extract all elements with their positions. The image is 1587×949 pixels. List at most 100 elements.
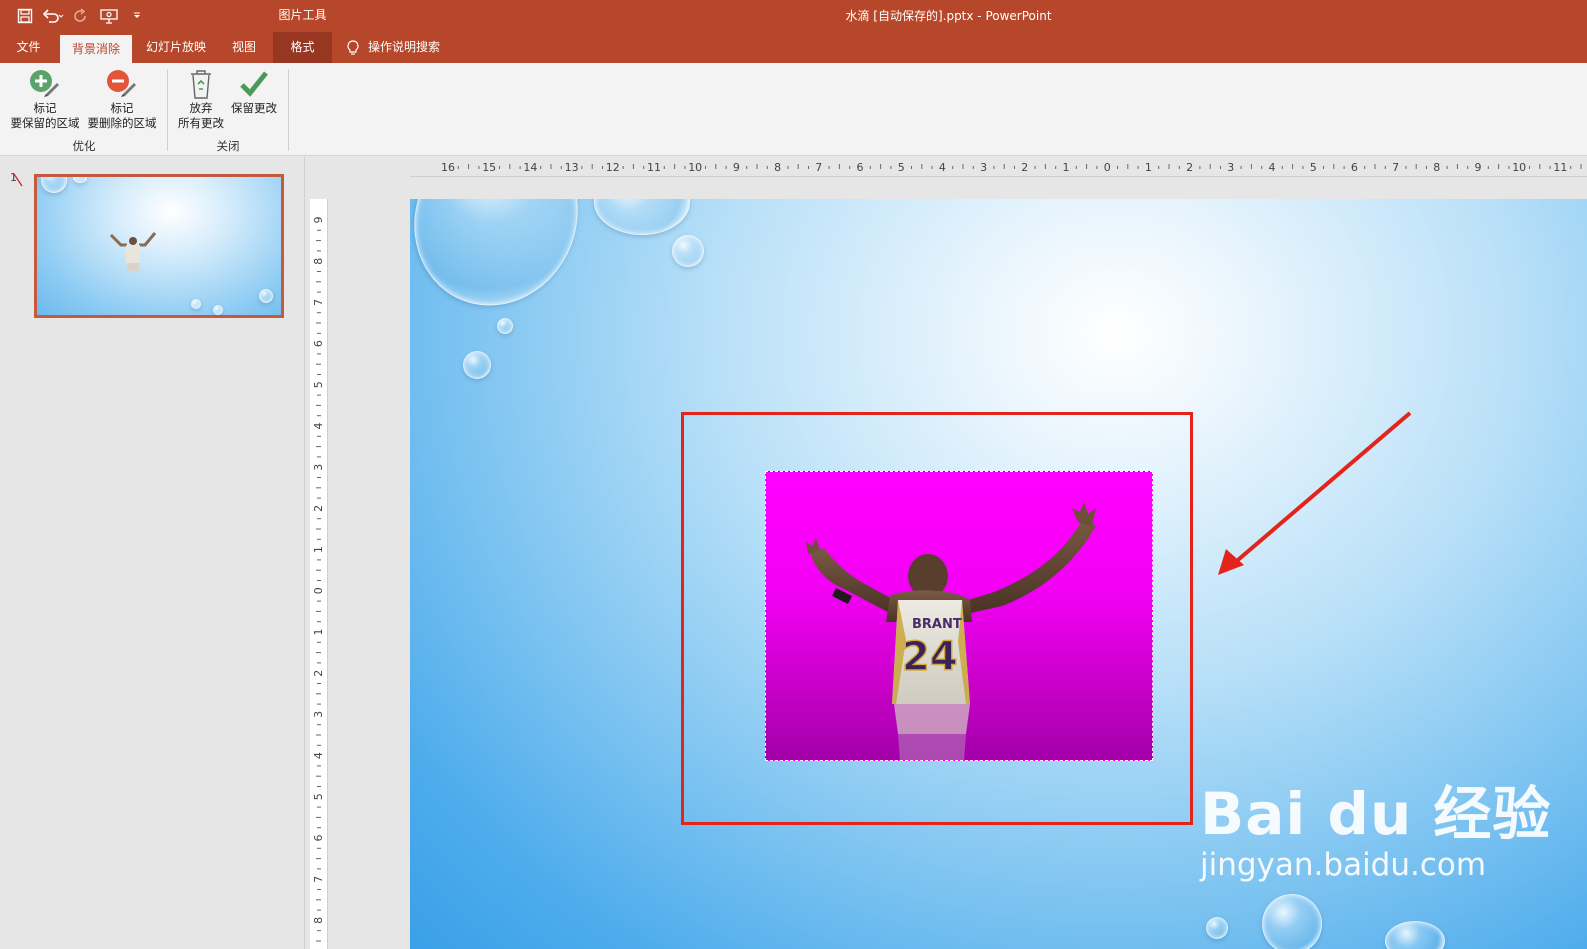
ruler-tick-label: 12 — [606, 161, 620, 174]
mark-keep-button[interactable]: 标记 要保留的区域 — [8, 67, 82, 131]
ruler-tick-label: 14 — [523, 161, 537, 174]
tab-view[interactable]: 视图 — [222, 32, 266, 63]
ruler-tick-label: 5 — [898, 161, 905, 174]
keep-changes-button[interactable]: 保留更改 — [228, 67, 280, 116]
ruler-tick-label: 13 — [565, 161, 579, 174]
ruler-tick-label: 6 — [1351, 161, 1358, 174]
jersey-name: BRANT — [912, 617, 962, 632]
water-drop — [410, 199, 607, 333]
ruler-tick-label: 6 — [857, 161, 864, 174]
add-mark-icon — [27, 67, 63, 101]
ruler-tick-label: 7 — [312, 299, 325, 306]
mark-keep-label-2: 要保留的区域 — [10, 116, 80, 130]
ruler-tick-label: 3 — [312, 711, 325, 718]
group-separator — [167, 69, 168, 151]
lightbulb-icon — [347, 39, 359, 55]
slide-animation-icon — [13, 173, 23, 187]
ruler-tick-label: 9 — [1475, 161, 1482, 174]
ruler-tick-label: 6 — [312, 340, 325, 347]
ruler-tick-label: 0 — [312, 587, 325, 594]
ruler-tick-label: 11 — [1553, 161, 1567, 174]
ruler-tick-label: 1 — [1063, 161, 1070, 174]
ruler-tick-label: 3 — [980, 161, 987, 174]
title-bar: 图片工具 水滴 [自动保存的].pptx - PowerPoint — [0, 0, 1587, 32]
jersey-number: 24 — [902, 634, 958, 680]
watermark-url: jingyan.baidu.com — [1200, 847, 1487, 883]
keep-changes-label: 保留更改 — [231, 101, 277, 115]
player-figure: BRANT 24 — [806, 502, 1096, 760]
ribbon: 标记 要保留的区域 标记 要删除的区域 优化 放弃 所有更改 保留更改 关闭 — [0, 63, 1587, 156]
ruler-tick-label: 7 — [312, 876, 325, 883]
ruler-tick-label: 2 — [1021, 161, 1028, 174]
water-drop — [1262, 894, 1322, 949]
vertical-ruler-scale: 9 8 7 6 5 4 3 2 1 0 1 2 3 4 5 6 7 8 — [312, 217, 325, 942]
mark-keep-label-1: 标记 — [33, 101, 57, 115]
ruler-tick-label: 6 — [312, 835, 325, 842]
ruler-tick-label: 10 — [1512, 161, 1526, 174]
ribbon-tabs: 文件 背景消除 幻灯片放映 视图 格式 操作说明搜索 — [0, 32, 1587, 63]
ruler-tick-label: 7 — [1392, 161, 1399, 174]
thumb-bubble — [191, 299, 201, 309]
ruler-tick-label: 15 — [482, 161, 496, 174]
discard-changes-button[interactable]: 放弃 所有更改 — [174, 67, 228, 131]
tab-format[interactable]: 格式 — [273, 32, 332, 63]
ruler-tick-label: 5 — [312, 381, 325, 388]
ruler-tick-label: 11 — [647, 161, 661, 174]
thumb-bubble — [213, 305, 223, 315]
ruler-tick-label: 2 — [312, 670, 325, 677]
tab-file[interactable]: 文件 — [5, 32, 52, 63]
thumb-player-figure — [109, 232, 157, 271]
discard-label-1: 放弃 — [189, 101, 213, 115]
water-drop — [463, 351, 491, 379]
ruler-tick-label: 10 — [688, 161, 702, 174]
close-group-label: 关闭 — [216, 139, 240, 153]
slide-canvas[interactable]: BRANT 24 Bai du 经验 jingyan.baidu.com — [410, 199, 1587, 949]
ruler-tick-label: 0 — [1104, 161, 1111, 174]
horizontal-ruler: 16 15 14 13 12 11 10 9 8 7 6 5 4 3 2 1 0 1 2 3 4 5 6 7 8 9 10 11 — [410, 157, 1587, 177]
ruler-tick-label: 9 — [733, 161, 740, 174]
group-separator — [288, 69, 289, 151]
ruler-tick-label: 4 — [939, 161, 946, 174]
tell-me-search[interactable]: 操作说明搜索 — [346, 32, 440, 63]
background-removal-picture[interactable]: BRANT 24 — [765, 471, 1153, 761]
ruler-tick-label: 4 — [1269, 161, 1276, 174]
ruler-tick-label: 1 — [312, 629, 325, 636]
water-drop — [594, 199, 690, 235]
ruler-tick-label: 2 — [1186, 161, 1193, 174]
ruler-tick-label: 8 — [312, 917, 325, 924]
mark-remove-button[interactable]: 标记 要删除的区域 — [84, 67, 160, 131]
horizontal-ruler-scale: 16 15 14 13 12 11 10 9 8 7 6 5 4 3 2 1 0 1 2 3 4 5 6 7 8 9 10 11 — [441, 161, 1582, 174]
watermark-brand: Bai du 经验 — [1200, 780, 1552, 848]
tell-me-label: 操作说明搜索 — [368, 40, 441, 54]
thumb-bubble — [41, 177, 67, 193]
discard-label-2: 所有更改 — [178, 116, 224, 130]
ruler-tick-label: 8 — [1433, 161, 1440, 174]
thumb-bubble — [73, 177, 87, 183]
water-drop — [1206, 917, 1228, 939]
window-title: 水滴 [自动保存的].pptx - PowerPoint — [845, 9, 1052, 23]
water-drop — [497, 318, 513, 334]
recycle-bin-icon — [183, 67, 219, 101]
ruler-tick-label: 8 — [774, 161, 781, 174]
ruler-tick-label: 9 — [312, 217, 325, 224]
checkmark-icon — [236, 67, 272, 101]
tab-slideshow[interactable]: 幻灯片放映 — [138, 32, 214, 63]
thumb-bubble — [259, 289, 273, 303]
remove-mark-icon — [104, 67, 140, 101]
mark-remove-label-1: 标记 — [110, 101, 134, 115]
slides-pane: 1 — [0, 157, 305, 949]
tab-background-removal[interactable]: 背景消除 — [60, 35, 132, 63]
red-arrow — [1218, 411, 1412, 575]
ruler-tick-label: 16 — [441, 161, 455, 174]
mark-remove-label-2: 要删除的区域 — [87, 116, 157, 130]
ruler-tick-label: 2 — [312, 505, 325, 512]
slide-thumbnail[interactable] — [34, 174, 284, 318]
water-drop — [1385, 921, 1445, 949]
ruler-tick-label: 5 — [312, 793, 325, 800]
ruler-tick-label: 7 — [815, 161, 822, 174]
ruler-tick-label: 4 — [312, 752, 325, 759]
ruler-tick-label: 8 — [312, 258, 325, 265]
ruler-tick-label: 3 — [312, 464, 325, 471]
ruler-tick-label: 1 — [312, 546, 325, 553]
refine-group-label: 优化 — [72, 139, 96, 153]
